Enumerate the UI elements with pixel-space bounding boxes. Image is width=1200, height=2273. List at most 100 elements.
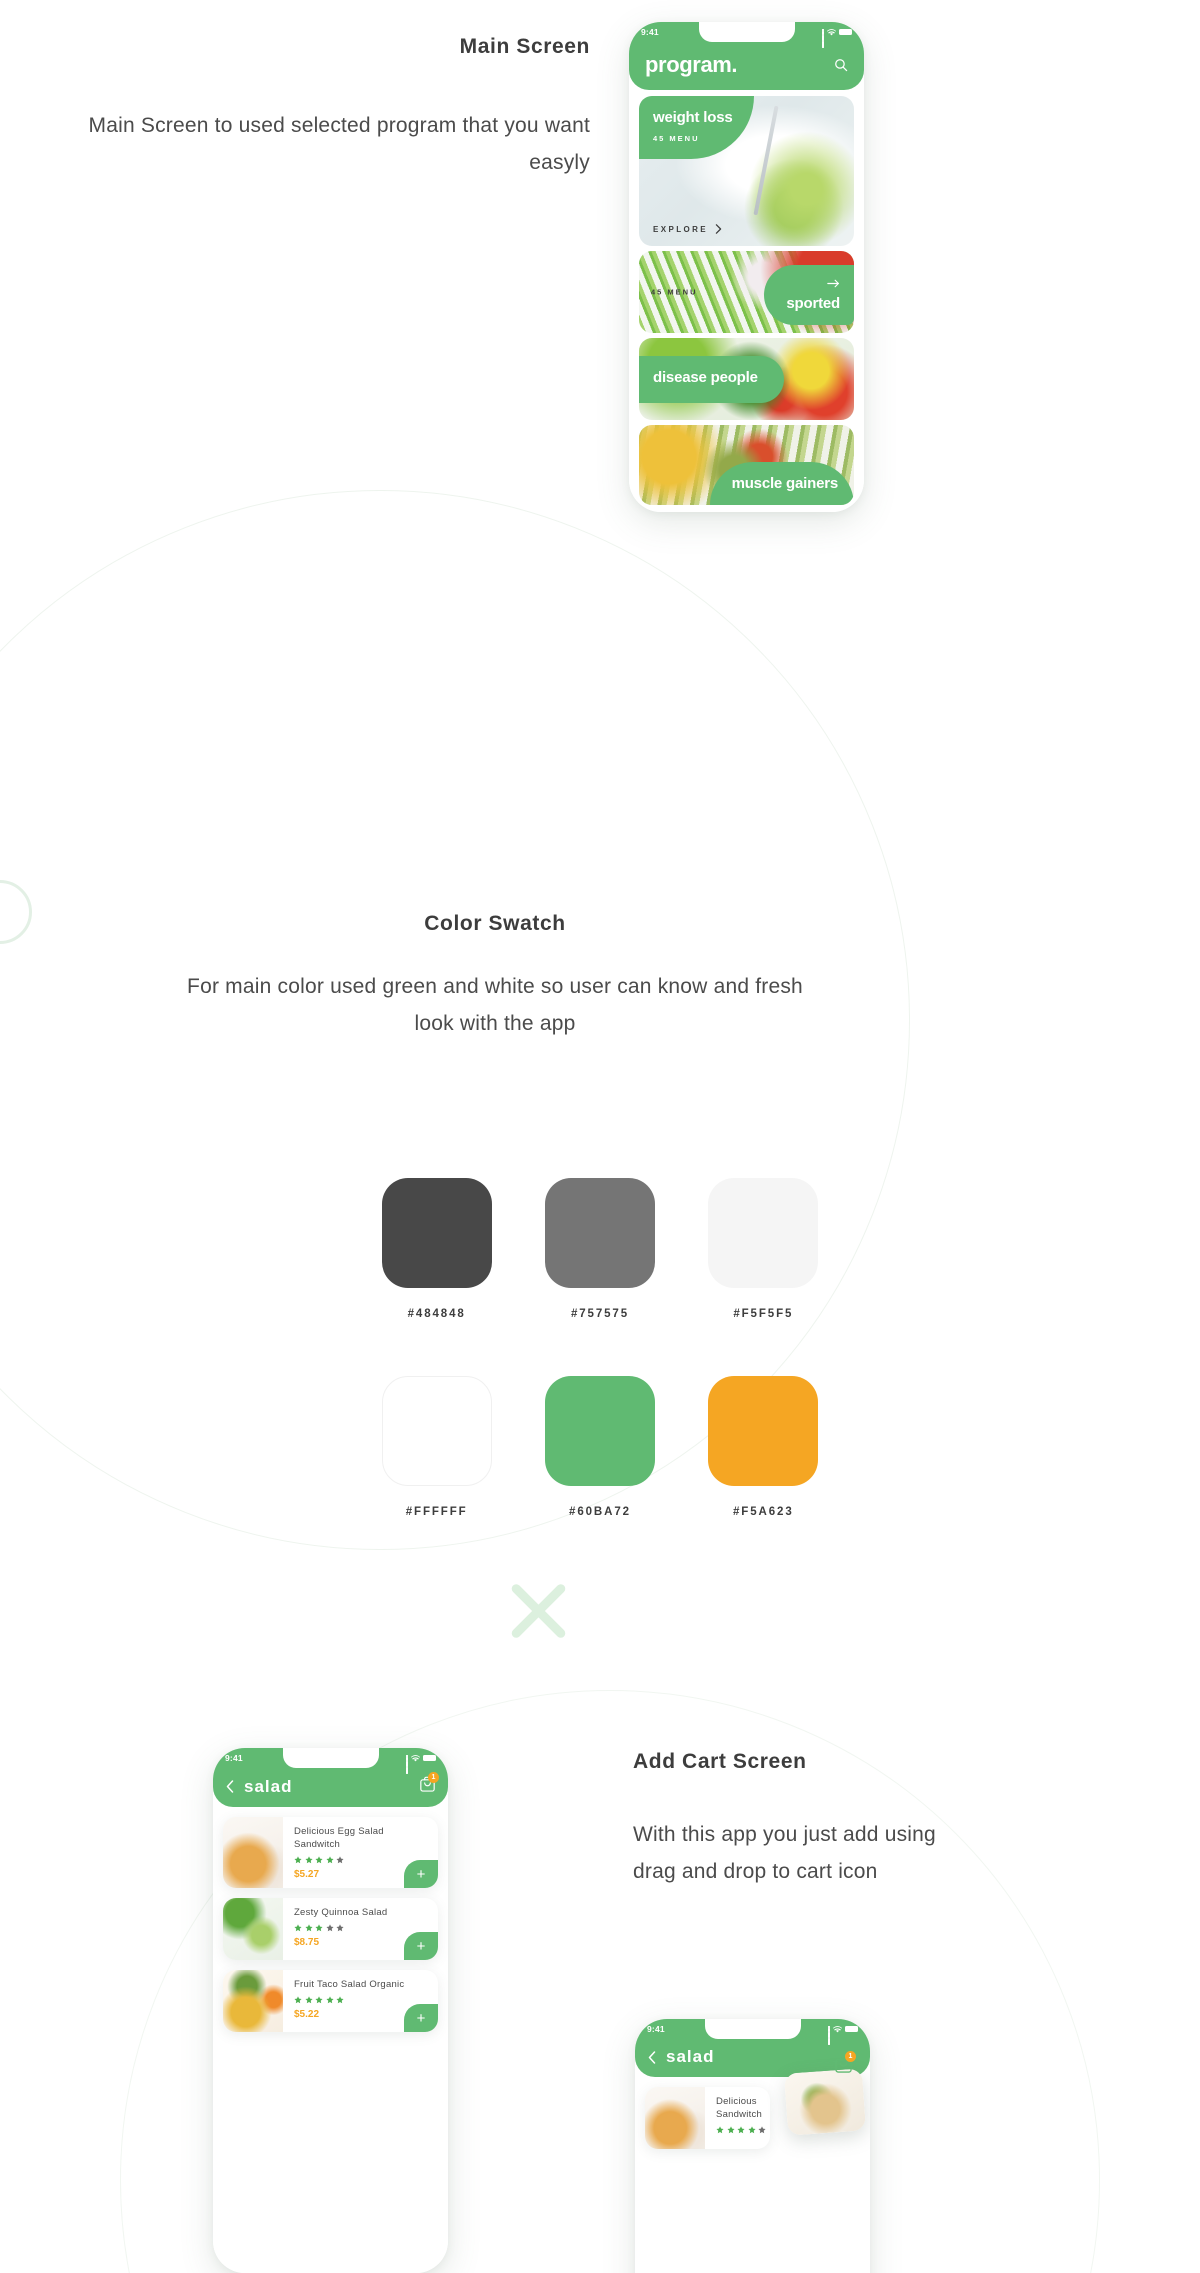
add-to-cart-button[interactable]: +	[404, 1932, 438, 1961]
card-title: sported	[786, 295, 840, 312]
color-swatch-grid: #484848 #757575 #F5F5F5 #FFFFFF #60BA72 …	[355, 1178, 845, 1518]
phone-mockup-salad-list: 9:41 salad 1 Delicious Egg Salad Sandwit…	[213, 1748, 448, 2273]
swatch-cell[interactable]: #484848	[381, 1178, 492, 1320]
status-time: 9:41	[647, 2024, 665, 2034]
arrow-right-icon	[827, 279, 840, 288]
dragged-food-card[interactable]	[783, 2068, 867, 2136]
signal-bars-icon	[406, 1754, 408, 1774]
card-label-blob: muscle gainers	[709, 462, 854, 505]
star-icon	[325, 1924, 334, 1932]
swatch-hex-label: #F5A623	[733, 1506, 794, 1518]
swatch-cell[interactable]: #F5A623	[708, 1376, 819, 1518]
swatch-chip	[708, 1178, 819, 1288]
battery-icon	[845, 2025, 858, 2033]
phone-mockup-drag-to-cart: 9:41 salad 1 Delicious Sandwitch	[635, 2019, 870, 2273]
food-list-item[interactable]: Fruit Taco Salad Organic $5.22 +	[223, 1970, 438, 2033]
wifi-icon	[827, 28, 836, 36]
star-icon	[294, 1924, 302, 1932]
signal-bars-icon	[828, 2025, 830, 2045]
main-screen-heading: Main Screen	[459, 35, 590, 58]
salad-header: 9:41 salad	[213, 1748, 448, 1807]
wifi-icon	[411, 1754, 420, 1762]
star-icon	[747, 2126, 756, 2134]
add-to-cart-button[interactable]: +	[404, 1860, 438, 1889]
swatch-cell[interactable]: #FFFFFF	[381, 1376, 492, 1518]
food-name: Zesty Quinnoa Salad	[294, 1907, 388, 1919]
card-title: muscle gainers	[731, 475, 839, 493]
screen-title: salad	[244, 1776, 293, 1796]
program-card-muscle-gainers[interactable]: muscle gainers	[639, 425, 854, 505]
star-icon	[315, 1996, 323, 2004]
swatch-chip	[381, 1376, 492, 1486]
swatch-cell[interactable]: #F5F5F5	[708, 1178, 819, 1320]
status-time: 9:41	[225, 1753, 243, 1763]
app-header: 9:41 program.	[629, 22, 864, 90]
star-icon	[325, 1996, 334, 2004]
star-icon	[737, 2126, 745, 2134]
star-icon	[336, 1856, 344, 1864]
signal-bars-icon	[822, 28, 824, 48]
card-title: disease people	[653, 369, 758, 386]
star-icon	[315, 1924, 323, 1932]
card-subtitle: 45 MENU	[651, 287, 698, 297]
explore-label: EXPLORE	[653, 224, 709, 234]
rating-stars	[294, 1924, 428, 1932]
star-icon	[315, 1856, 323, 1864]
food-thumbnail	[645, 2087, 705, 2149]
food-name: Delicious Egg Salad Sandwitch	[294, 1826, 384, 1851]
program-card-list: weight loss 45 MENU EXPLORE 45 MENU spor…	[629, 90, 864, 512]
card-subtitle: 45 MENU	[653, 133, 700, 143]
chevron-left-icon[interactable]	[648, 2050, 656, 2064]
swatch-hex-label: #FFFFFF	[405, 1506, 468, 1518]
star-icon	[336, 1924, 344, 1932]
explore-button[interactable]: EXPLORE	[653, 224, 722, 234]
swatch-hex-label: #484848	[407, 1308, 466, 1320]
chevron-left-icon[interactable]	[226, 1780, 234, 1793]
battery-icon	[423, 1754, 436, 1762]
rating-stars	[294, 1856, 428, 1864]
program-card-disease-people[interactable]: disease people	[639, 338, 854, 420]
star-icon	[758, 2126, 766, 2134]
star-icon	[294, 1856, 302, 1864]
decorative-circle-small	[0, 880, 32, 944]
color-swatch-heading: Color Swatch	[424, 912, 566, 935]
status-bar: 9:41	[635, 2019, 870, 2045]
cart-badge: 1	[428, 1772, 439, 1783]
swatch-chip	[544, 1376, 655, 1486]
swatch-hex-label: #757575	[570, 1308, 630, 1320]
color-swatch-body: For main color used green and white so u…	[187, 975, 803, 1035]
food-list-item[interactable]: Delicious Egg Salad Sandwitch $5.27 +	[223, 1817, 438, 1889]
cart-drop-target[interactable]: 1	[835, 2051, 856, 2078]
cart-button[interactable]: 1	[420, 1772, 439, 1797]
color-swatch-description: Color Swatch For main color used green a…	[175, 910, 815, 1042]
add-to-cart-button[interactable]: +	[404, 2004, 438, 2033]
food-list-item[interactable]: Zesty Quinnoa Salad $8.75 +	[223, 1898, 438, 1961]
phone-mockup-main-screen: 9:41 program. weight loss 45 MENU EXPLOR…	[629, 22, 864, 512]
status-bar: 9:41	[213, 1748, 448, 1774]
star-icon	[325, 1856, 334, 1864]
swatch-chip	[381, 1178, 492, 1288]
star-icon	[294, 1996, 302, 2004]
food-name: Fruit Taco Salad Organic	[294, 1979, 405, 1991]
card-label-blob: disease people	[639, 356, 784, 403]
main-screen-body: Main Screen to used selected program tha…	[88, 114, 590, 174]
rating-stars	[716, 2126, 766, 2134]
swatch-cell[interactable]: #757575	[544, 1178, 655, 1320]
swatch-cell[interactable]: #60BA72	[544, 1376, 655, 1518]
battery-icon	[839, 28, 852, 36]
food-list-item[interactable]: Delicious Sandwitch	[645, 2087, 770, 2149]
main-screen-description: Main Screen Main Screen to used selected…	[80, 33, 590, 181]
design-presentation-page: Main Screen Main Screen to used selected…	[0, 0, 1200, 2273]
card-label-blob: sported	[764, 265, 854, 325]
program-card-weight-loss[interactable]: weight loss 45 MENU EXPLORE	[639, 96, 854, 246]
star-icon	[716, 2126, 724, 2134]
program-card-sported[interactable]: 45 MENU sported	[639, 251, 854, 333]
search-icon[interactable]	[834, 58, 848, 72]
chevron-right-icon	[715, 224, 722, 234]
food-name: Delicious Sandwitch	[716, 2096, 763, 2121]
screen-title: salad	[666, 2047, 715, 2066]
status-time: 9:41	[641, 27, 659, 37]
swatch-hex-label: #F5F5F5	[733, 1308, 794, 1320]
food-thumbnail	[223, 1970, 283, 2033]
rating-stars	[294, 1996, 428, 2004]
